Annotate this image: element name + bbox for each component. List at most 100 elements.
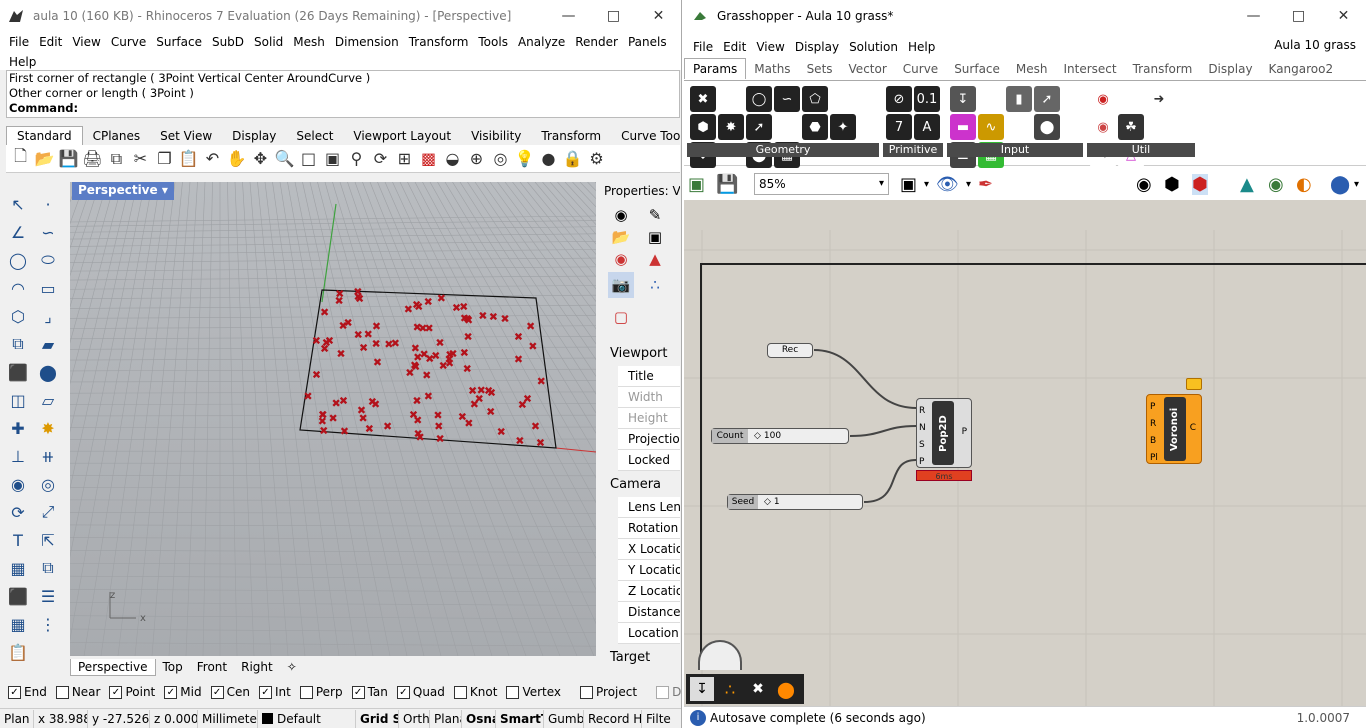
field-x-location[interactable]: X Location [618,539,680,560]
menu-mesh[interactable]: Mesh [288,32,330,52]
util-tree-icon[interactable]: ☘ [1118,114,1144,140]
voronoi-input-p[interactable]: P [1150,399,1158,416]
seed-slider-grip-icon[interactable]: ◇ [758,495,771,509]
sketch-brush-icon[interactable]: ✒ [978,174,993,195]
field-rotation[interactable]: Rotation [618,518,680,539]
checkbox-icon[interactable] [506,685,520,699]
panel-label[interactable]: Util [1087,143,1195,157]
tab-display[interactable]: Display [222,127,286,145]
voronoi-input-r[interactable]: R [1150,416,1158,433]
camera-icon[interactable]: 📷 [608,272,634,298]
curve-icon[interactable]: ∽ [34,218,62,246]
light-icon[interactable]: 💡 [514,148,535,169]
checkbox-icon[interactable] [55,685,69,699]
seed-slider[interactable]: Seed ◇ 1 [727,494,863,510]
zoom-select[interactable]: 85% ▾ [754,173,889,195]
explode-icon[interactable]: ✸ [34,414,62,442]
param-plane-icon[interactable]: ✦ [830,114,856,140]
osnap-vertex[interactable]: Vertex [506,685,561,699]
menu-curve[interactable]: Curve [106,32,151,52]
options-icon[interactable]: ⚙ [586,148,607,169]
checkbox-icon[interactable]: ✓ [8,685,21,699]
gh-tab-sets[interactable]: Sets [799,59,841,79]
field-title[interactable]: Title [618,366,680,387]
perspective-viewport[interactable]: ✖ ✖ ✖ ✖ ✖ ✖ ✖ ✖ ✖ ✖ ✖ ✖ ✖ ✖ ✖ ✖ ✖ ✖ ✖ ✖ ✖ ✖ ✖ ✖ ✖ ✖ ✖ ✖ ✖ ✖ ✖ ✖ ✖ ✖ ✖ ✖ ✖ ✖ ✖ ✖… [70,182,596,656]
checkbox-icon[interactable] [453,685,467,699]
gh-document-name[interactable]: Aula 10 grass [1274,38,1356,52]
circle-icon[interactable]: ◯ [4,246,32,274]
voronoi-component[interactable]: P R B Pl Voronoi C [1146,394,1202,464]
gh-menu-file[interactable]: File [688,37,718,57]
osnap-end[interactable]: ✓ End [8,685,47,699]
open-icon[interactable]: 📂 [34,148,55,169]
status-filter[interactable]: Filte [642,710,678,728]
param-surface-icon[interactable]: ⬠ [802,86,828,112]
gh-tab-vector[interactable]: Vector [841,59,895,79]
tab-viewport-layout[interactable]: Viewport Layout [343,127,461,145]
zoom-extents-icon[interactable]: ▣ [900,174,917,195]
solid-tools-icon[interactable]: ⬛ [4,582,32,610]
tab-visibility[interactable]: Visibility [461,127,531,145]
rotate-icon[interactable]: ⟳ [4,498,32,526]
text-icon[interactable]: T [4,526,32,554]
gh-tab-mesh[interactable]: Mesh [1008,59,1056,79]
zoom-dropdown-icon[interactable]: ▾ [924,179,929,190]
field-locked[interactable]: Locked [618,450,680,471]
voronoi-input-pl[interactable]: Pl [1150,450,1158,467]
pan-icon[interactable]: ✋ [226,148,247,169]
zoom-window-icon[interactable]: □ [298,148,319,169]
menu-panels[interactable]: Panels [623,32,672,52]
select-icon[interactable]: ↖ [4,190,32,218]
param-point-icon[interactable]: ✖ [690,86,716,112]
status-grid-snap[interactable]: Grid Sn [356,709,399,728]
paste-icon[interactable]: 📋 [178,148,199,169]
gh-tab-surface[interactable]: Surface [946,59,1008,79]
nodes-icon[interactable]: ∴ [642,272,668,298]
close-button[interactable]: ✕ [636,0,681,32]
field-distance[interactable]: Distance [618,602,680,623]
zoom-extents-icon[interactable]: ▣ [322,148,343,169]
status-units[interactable]: Millimeter [198,709,258,728]
material-props-icon[interactable]: ▲ [642,246,668,272]
tab-set-view[interactable]: Set View [150,127,222,145]
gh-tab-display[interactable]: Display [1200,59,1260,79]
minimize-button[interactable]: — [546,0,591,32]
pop2d-input-s[interactable]: S [919,437,926,454]
gh-canvas-svg[interactable] [684,200,1366,708]
gh-menu-help[interactable]: Help [903,37,940,57]
rotate-view-icon[interactable]: ⟳ [370,148,391,169]
named-view-icon[interactable]: ◒ [442,148,463,169]
vp-tab-front[interactable]: Front [190,659,234,675]
menu-tools[interactable]: Tools [473,32,513,52]
field-projection[interactable]: Projection [618,429,680,450]
preview-dropdown-icon[interactable]: ▾ [966,179,971,190]
save-icon[interactable]: 💾 [58,148,79,169]
lock-icon[interactable]: 🔒 [562,148,583,169]
display-sphere-icon[interactable]: ⬤ [1330,174,1350,195]
param-mesh-icon[interactable]: ✸ [718,114,744,140]
voronoi-input-b[interactable]: B [1150,433,1158,450]
osnap-knot[interactable]: Knot [453,685,497,699]
util-cherry-icon[interactable]: ◉ [1090,86,1116,112]
count-slider-grip-icon[interactable]: ◇ [748,429,761,443]
preview-selected-icon[interactable]: ⬢ [1192,173,1208,195]
command-prompt[interactable]: Command: [9,101,679,116]
util-relay-icon[interactable]: ➜ [1146,86,1172,112]
import-icon[interactable]: ⧉ [106,148,127,169]
menu-surface[interactable]: Surface [151,32,207,52]
extrude-icon[interactable]: ◫ [4,386,32,414]
preview-eye-icon[interactable]: 👁 [936,174,959,195]
osnap-disable[interactable]: Disable [656,685,681,699]
pop2d-input-r[interactable]: R [919,403,926,420]
status-record-history[interactable]: Record His [584,709,642,728]
polygon-icon[interactable]: ⬡ [4,302,32,330]
gh-menu-edit[interactable]: Edit [718,37,751,57]
dimension-icon[interactable]: ⇱ [34,526,62,554]
checkbox-icon[interactable] [580,685,594,699]
pop2d-input-n[interactable]: N [919,420,926,437]
osnap-tan[interactable]: ✓ Tan [351,685,388,699]
rec-param-node[interactable]: Rec [767,343,813,358]
rectangle-icon[interactable]: ▭ [34,274,62,302]
document-preview-icon[interactable]: ◉ [1268,174,1284,195]
material-preview-icon[interactable]: ◐ [1296,174,1312,195]
